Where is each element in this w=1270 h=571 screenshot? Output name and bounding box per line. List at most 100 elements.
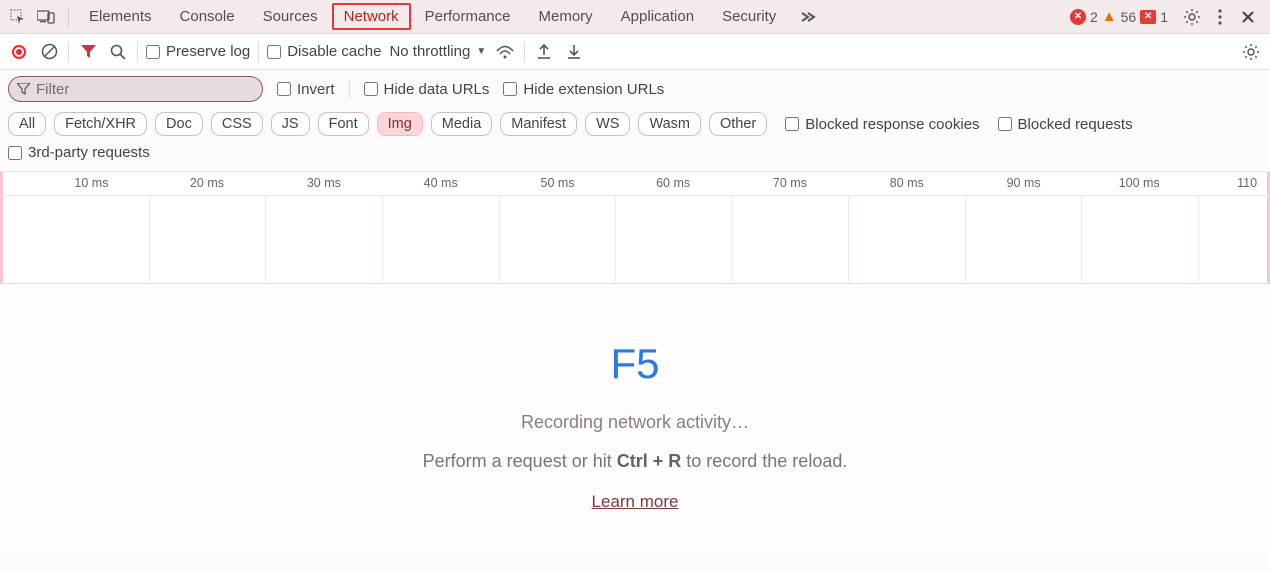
network-conditions-icon[interactable] xyxy=(494,41,516,63)
separator xyxy=(68,42,69,62)
blocked-requests-checkbox[interactable]: Blocked requests xyxy=(998,116,1133,133)
chip-doc[interactable]: Doc xyxy=(155,112,203,136)
chip-manifest[interactable]: Manifest xyxy=(500,112,577,136)
tick-label: 50 ms xyxy=(540,176,574,190)
hide-extension-urls-label: Hide extension URLs xyxy=(523,81,664,98)
chip-ws[interactable]: WS xyxy=(585,112,630,136)
device-toolbar-icon[interactable] xyxy=(34,5,58,29)
chip-js[interactable]: JS xyxy=(271,112,310,136)
extra-filter-row: 3rd-party requests xyxy=(0,144,1270,172)
learn-more-link[interactable]: Learn more xyxy=(592,492,679,512)
network-toolbar: Preserve log Disable cache No throttling… xyxy=(0,34,1270,70)
tick-label: 30 ms xyxy=(307,176,341,190)
gridline xyxy=(1198,196,1199,283)
blocked-cookies-checkbox[interactable]: Blocked response cookies xyxy=(785,116,979,133)
invert-checkbox[interactable]: Invert xyxy=(277,81,335,98)
invert-label: Invert xyxy=(297,81,335,98)
chip-css[interactable]: CSS xyxy=(211,112,263,136)
record-button[interactable] xyxy=(8,41,30,63)
gridline xyxy=(732,196,733,283)
blocked-cookies-label: Blocked response cookies xyxy=(805,116,979,133)
type-filter-chips: All Fetch/XHR Doc CSS JS Font Img Media Manifest… xyxy=(0,108,1270,144)
inspect-icon[interactable] xyxy=(6,5,30,29)
filter-input[interactable] xyxy=(36,81,254,98)
gridline xyxy=(499,196,500,283)
gridline xyxy=(265,196,266,283)
tab-console[interactable]: Console xyxy=(166,2,249,31)
chip-fetchxhr[interactable]: Fetch/XHR xyxy=(54,112,147,136)
disable-cache-label: Disable cache xyxy=(287,43,381,60)
tick-label: 70 ms xyxy=(773,176,807,190)
empty-state: F5 Recording network activity… Perform a… xyxy=(0,284,1270,551)
gridline xyxy=(615,196,616,283)
tick-label: 90 ms xyxy=(1007,176,1041,190)
message-icon: ✕ xyxy=(1140,10,1156,24)
hide-extension-urls-checkbox[interactable]: Hide extension URLs xyxy=(503,81,664,98)
more-tabs-icon[interactable] xyxy=(796,5,820,29)
funnel-icon xyxy=(17,83,30,95)
tick-label: 60 ms xyxy=(656,176,690,190)
hide-data-urls-checkbox[interactable]: Hide data URLs xyxy=(364,81,490,98)
chip-media[interactable]: Media xyxy=(431,112,493,136)
tick-label: 40 ms xyxy=(424,176,458,190)
gridline xyxy=(965,196,966,283)
throttling-select[interactable]: No throttling ▼ xyxy=(389,43,486,60)
hide-data-urls-label: Hide data URLs xyxy=(384,81,490,98)
network-settings-icon[interactable] xyxy=(1240,41,1262,63)
tick-label: 20 ms xyxy=(190,176,224,190)
status-indicators[interactable]: ✕2 ▲56 ✕1 xyxy=(1070,8,1168,25)
chip-all[interactable]: All xyxy=(8,112,46,136)
error-icon: ✕ xyxy=(1070,9,1086,25)
chip-wasm[interactable]: Wasm xyxy=(638,112,701,136)
chevron-down-icon: ▼ xyxy=(476,46,486,57)
shortcut-key: F5 xyxy=(610,340,659,388)
tab-performance[interactable]: Performance xyxy=(411,2,525,31)
tab-elements[interactable]: Elements xyxy=(75,2,166,31)
message-count: 1 xyxy=(1160,9,1168,25)
separator xyxy=(68,7,69,27)
error-count: 2 xyxy=(1090,9,1098,25)
tab-security[interactable]: Security xyxy=(708,2,790,31)
tick-label: 10 ms xyxy=(74,176,108,190)
clear-button[interactable] xyxy=(38,41,60,63)
separator xyxy=(349,79,350,99)
tick-label: 100 ms xyxy=(1119,176,1160,190)
settings-icon[interactable] xyxy=(1180,5,1204,29)
third-party-label: 3rd-party requests xyxy=(28,144,150,161)
disable-cache-checkbox[interactable]: Disable cache xyxy=(267,43,381,60)
tab-application[interactable]: Application xyxy=(607,2,708,31)
overview-timeline[interactable]: 10 ms 20 ms 30 ms 40 ms 50 ms 60 ms 70 ms 80 ms… xyxy=(0,172,1270,284)
preserve-log-checkbox[interactable]: Preserve log xyxy=(146,43,250,60)
export-har-icon[interactable] xyxy=(533,41,555,63)
kebab-menu-icon[interactable] xyxy=(1208,5,1232,29)
throttling-label: No throttling xyxy=(389,43,470,60)
warning-count: 56 xyxy=(1121,9,1137,25)
gridline xyxy=(1081,196,1082,283)
third-party-checkbox[interactable]: 3rd-party requests xyxy=(8,144,150,161)
recording-text: Recording network activity… xyxy=(521,412,749,433)
tab-sources[interactable]: Sources xyxy=(249,2,332,31)
separator xyxy=(524,42,525,62)
warning-icon: ▲ xyxy=(1102,8,1117,25)
chip-font[interactable]: Font xyxy=(318,112,369,136)
gridline xyxy=(149,196,150,283)
separator xyxy=(137,42,138,62)
hint-text: Perform a request or hit Ctrl + R to rec… xyxy=(423,451,848,472)
tick-label: 80 ms xyxy=(890,176,924,190)
blocked-requests-label: Blocked requests xyxy=(1018,116,1133,133)
gridline xyxy=(848,196,849,283)
filter-input-wrapper[interactable] xyxy=(8,76,263,102)
chip-other[interactable]: Other xyxy=(709,112,767,136)
filter-toggle-icon[interactable] xyxy=(77,41,99,63)
devtools-tabstrip: ElementsConsoleSourcesNetworkPerformance… xyxy=(0,0,1270,34)
filter-bar: Invert Hide data URLs Hide extension URL… xyxy=(0,70,1270,108)
import-har-icon[interactable] xyxy=(563,41,585,63)
close-icon[interactable] xyxy=(1236,5,1260,29)
separator xyxy=(258,42,259,62)
search-icon[interactable] xyxy=(107,41,129,63)
gridline xyxy=(382,196,383,283)
tab-memory[interactable]: Memory xyxy=(525,2,607,31)
chip-img[interactable]: Img xyxy=(377,112,423,136)
tab-network[interactable]: Network xyxy=(332,3,411,30)
tick-label: 110 xyxy=(1237,176,1257,190)
